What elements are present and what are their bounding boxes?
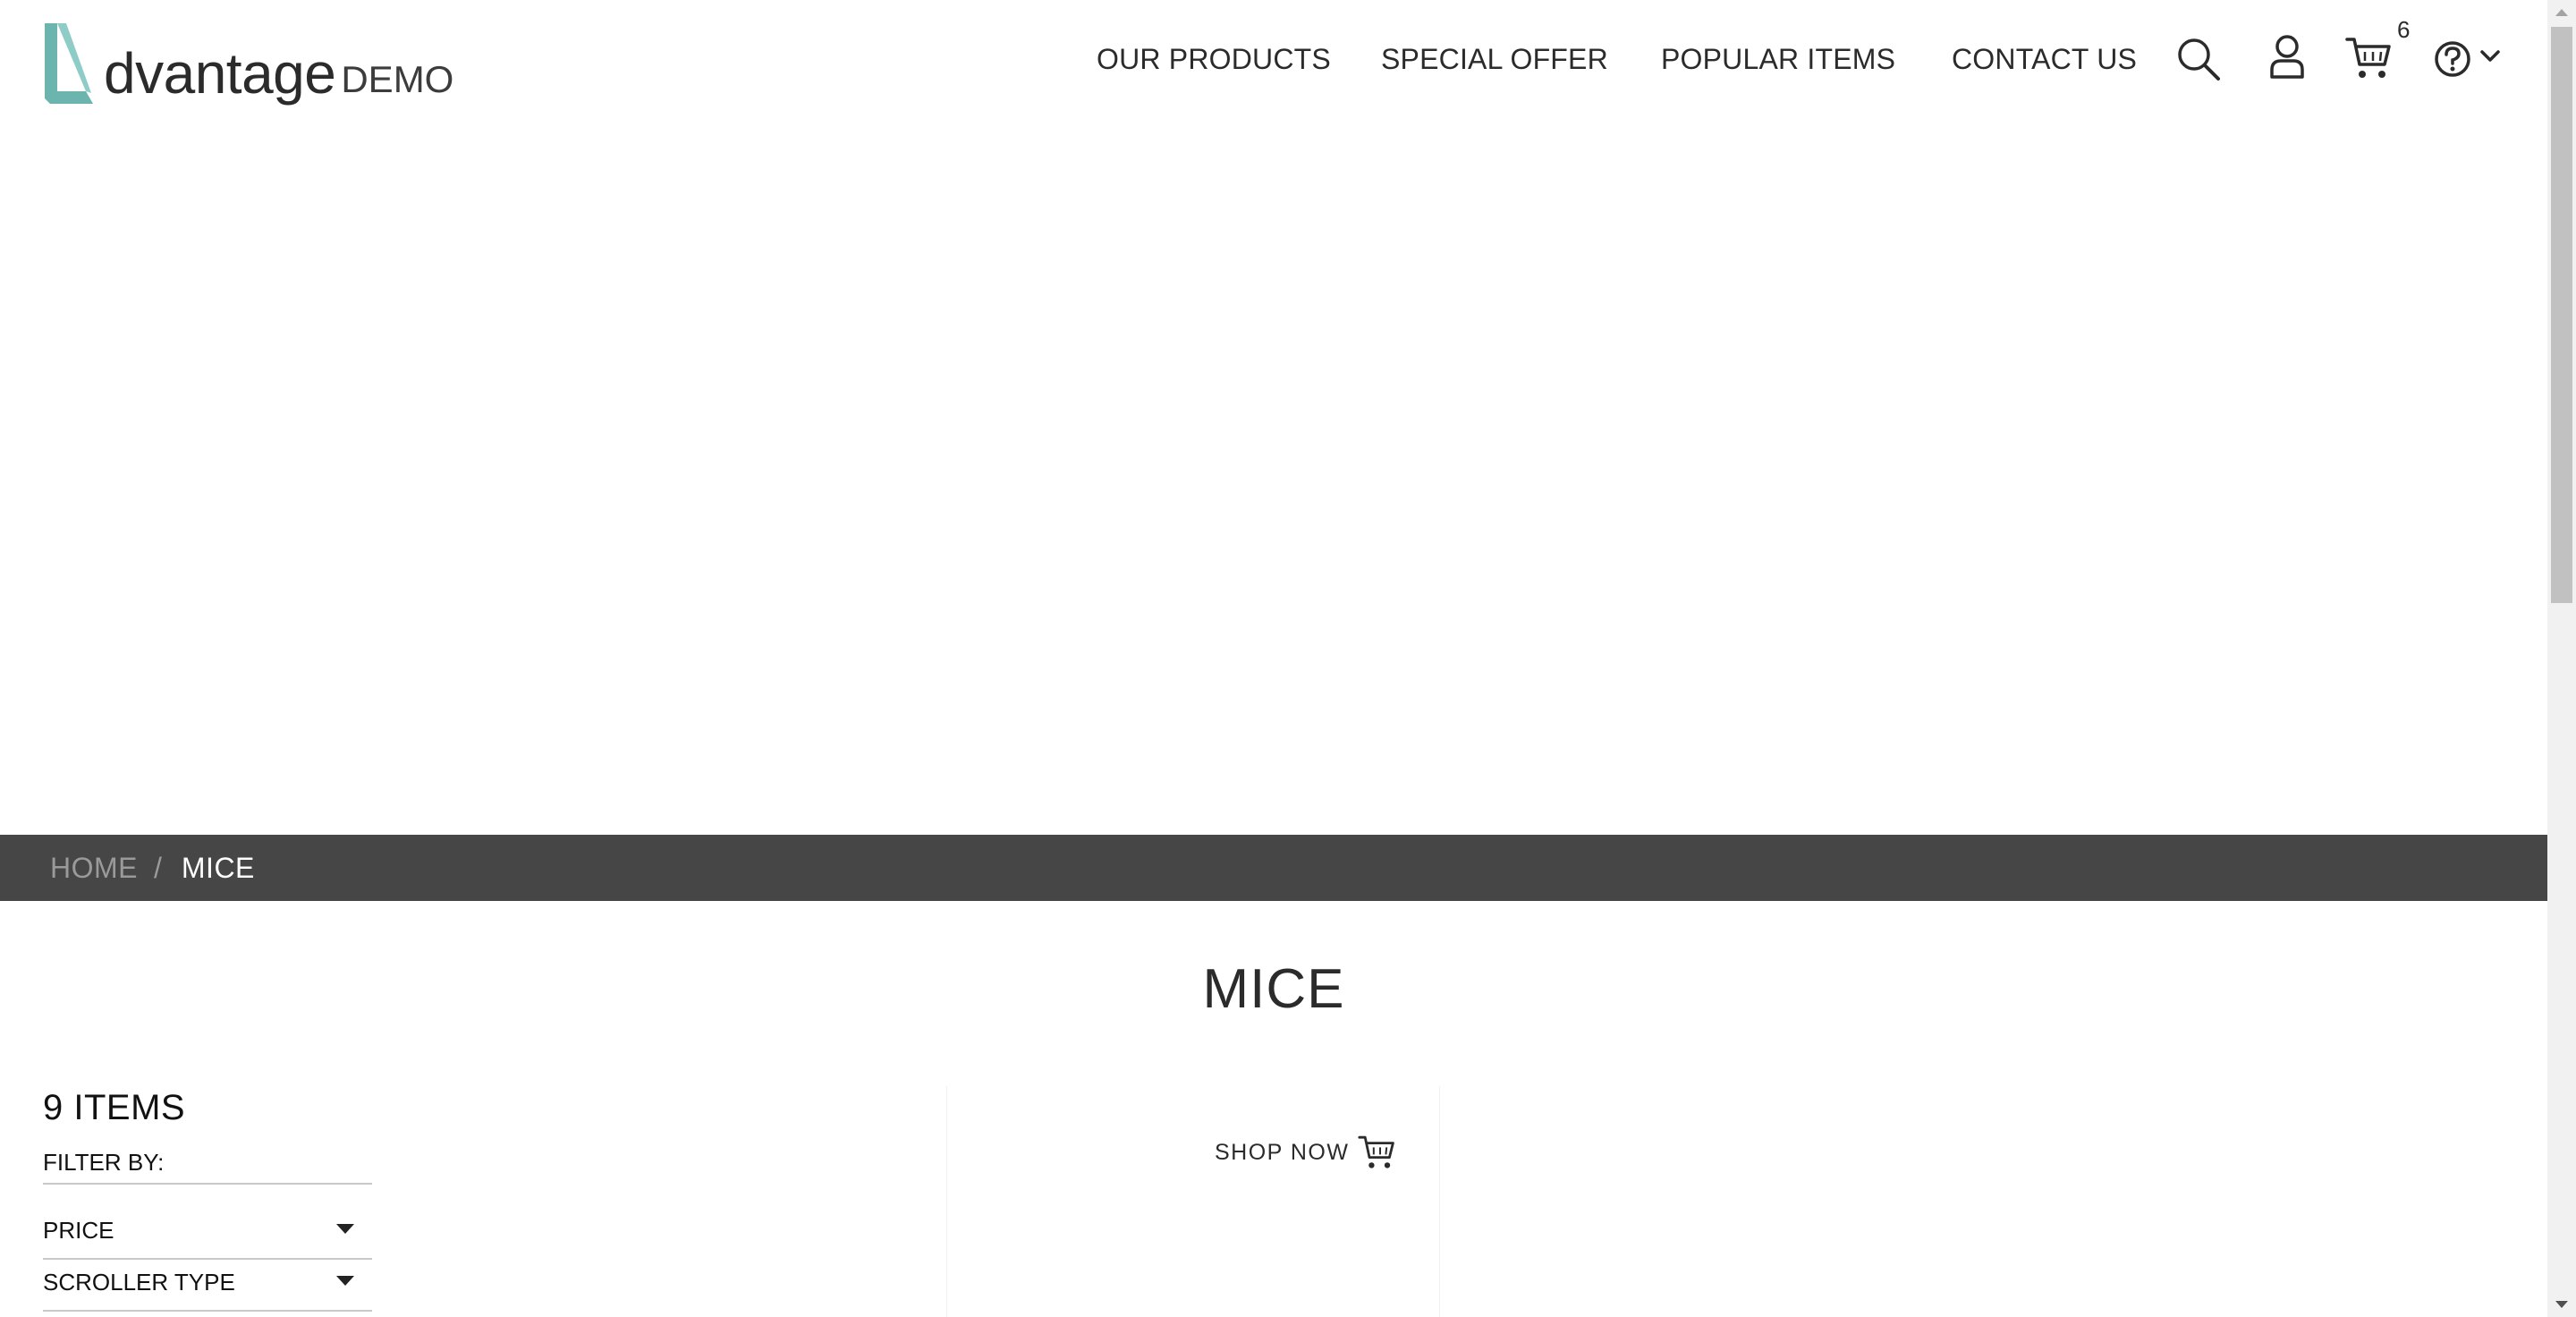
items-count: 9 ITEMS: [43, 1088, 186, 1127]
main-nav: OUR PRODUCTS SPECIAL OFFER POPULAR ITEMS…: [0, 39, 2547, 79]
caret-down-icon: [336, 1276, 354, 1286]
shop-now-button[interactable]: SHOP NOW: [1215, 1131, 1395, 1174]
vertical-scrollbar[interactable]: [2547, 0, 2576, 1317]
nav-contact-us[interactable]: CONTACT US: [1952, 39, 2137, 79]
page: dvantage DEMO OUR PRODUCTS SPECIAL OFFER…: [0, 0, 2547, 1317]
filter-divider: [43, 1310, 372, 1312]
user-icon[interactable]: [2268, 34, 2306, 81]
breadcrumb-separator: /: [154, 851, 162, 884]
filter-by-label: FILTER BY:: [43, 1149, 165, 1176]
scrollbar-thumb[interactable]: [2551, 27, 2572, 603]
help-icon[interactable]: [2433, 39, 2472, 79]
caret-down-icon: [336, 1224, 354, 1234]
breadcrumb: HOME / MICE: [0, 835, 2547, 901]
filter-scroller-type[interactable]: SCROLLER TYPE: [43, 1263, 372, 1306]
nav-popular-items[interactable]: POPULAR ITEMS: [1661, 39, 1895, 79]
cart-icon: [1358, 1135, 1395, 1168]
breadcrumb-home-link[interactable]: HOME: [50, 852, 138, 885]
breadcrumb-current: MICE: [181, 851, 255, 884]
filter-divider: [43, 1258, 372, 1260]
scroll-down-arrow-icon[interactable]: [2555, 1301, 2568, 1308]
search-icon[interactable]: [2175, 36, 2222, 82]
filter-divider: [43, 1183, 372, 1185]
cart-count-badge: 6: [2397, 16, 2411, 43]
chevron-down-icon[interactable]: [2479, 48, 2501, 64]
filter-price[interactable]: PRICE: [43, 1211, 372, 1254]
filter-price-label: PRICE: [43, 1217, 114, 1244]
scroll-up-arrow-icon[interactable]: [2555, 9, 2568, 16]
filter-scroller-type-label: SCROLLER TYPE: [43, 1269, 235, 1296]
promo-card: [946, 1086, 1440, 1317]
nav-special-offer[interactable]: SPECIAL OFFER: [1381, 39, 1608, 79]
shop-now-label: SHOP NOW: [1215, 1139, 1350, 1165]
nav-our-products[interactable]: OUR PRODUCTS: [1097, 39, 1331, 79]
page-title: MICE: [1202, 958, 1345, 1020]
cart-icon[interactable]: [2345, 36, 2392, 81]
site-header: dvantage DEMO OUR PRODUCTS SPECIAL OFFER…: [0, 0, 2547, 125]
